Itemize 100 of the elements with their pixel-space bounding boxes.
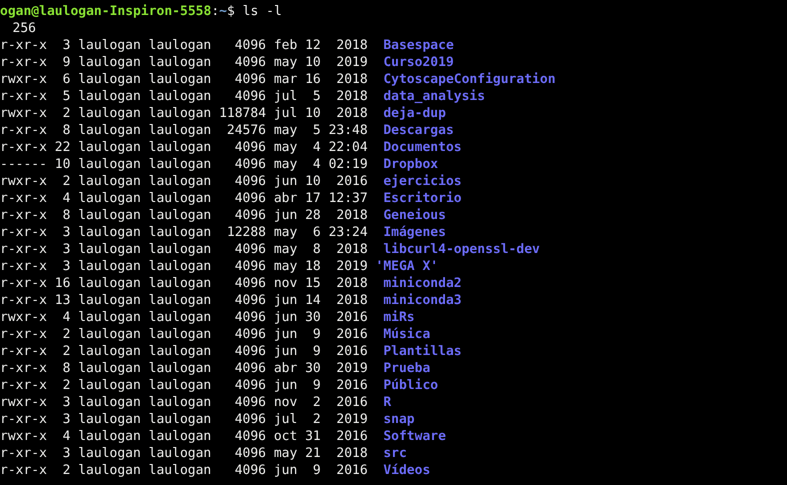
time-or-year: 2018 [335,207,368,224]
time-or-year: 2016 [335,394,368,411]
link-count: 10 [54,156,70,173]
link-count: 13 [54,292,70,309]
link-count: 4 [62,190,70,207]
date-month: may [274,445,298,462]
date-day: 9 [305,462,321,479]
file-size: 4096 [234,428,266,445]
time-or-year: 2018 [335,445,368,462]
time-or-year: 2018 [335,292,368,309]
group-name: laulogan [148,122,212,139]
group-name: laulogan [148,292,212,309]
directory-name: R [383,394,392,411]
directory-name: Prueba [383,360,430,377]
time-or-year: 2016 [335,428,368,445]
link-count: 22 [54,139,70,156]
group-name: laulogan [148,360,212,377]
group-name: laulogan [148,190,212,207]
date-day: 2 [305,411,321,428]
date-day: 4 [305,139,321,156]
group-name: laulogan [148,309,212,326]
directory-name: ejercicios [383,173,462,190]
date-month: may [274,156,298,173]
time-or-year: 2016 [335,173,368,190]
owner-name: laulogan [78,224,141,241]
link-count: 8 [62,122,70,139]
file-size: 4096 [234,207,266,224]
file-size: 4096 [234,445,266,462]
file-size: 4096 [234,462,266,479]
group-name: laulogan [148,207,212,224]
time-or-year: 2018 [335,275,368,292]
file-size: 12288 [226,224,266,241]
date-month: may [274,224,298,241]
directory-name: Dropbox [383,156,438,173]
permissions-text: r-xr-x [0,139,47,156]
date-day: 17 [305,190,321,207]
directory-name: Curso2019 [383,54,454,71]
group-name: laulogan [148,156,212,173]
date-month: jun [274,207,298,224]
owner-name: laulogan [78,394,141,411]
date-day: 30 [305,309,321,326]
date-month: jun [274,292,298,309]
permissions-text: r-xr-x [0,343,47,360]
permissions-text: r-xr-x [0,122,47,139]
date-month: mar [274,71,298,88]
date-day: 4 [305,156,321,173]
file-size: 24576 [226,122,266,139]
link-count: 4 [62,428,70,445]
date-month: may [274,54,298,71]
link-count: 3 [62,258,70,275]
directory-name: Escritorio [383,190,462,207]
date-month: jun [274,309,298,326]
directory-name: Basespace [383,37,454,54]
date-day: 10 [305,173,321,190]
group-name: laulogan [148,88,212,105]
date-day: 9 [305,326,321,343]
file-size: 4096 [234,190,266,207]
time-or-year: 2018 [335,241,368,258]
group-name: laulogan [148,411,212,428]
total-count: 256 [12,20,36,37]
group-name: laulogan [148,241,212,258]
permissions-text: r-xr-x [0,360,47,377]
file-size: 4096 [234,343,266,360]
group-name: laulogan [148,394,212,411]
file-size: 4096 [234,71,266,88]
date-day: 5 [305,122,321,139]
permissions-text: rwxr-x [0,428,47,445]
permissions-text: r-xr-x [0,292,47,309]
time-or-year: 2019 [335,54,368,71]
date-day: 16 [305,71,321,88]
owner-name: laulogan [78,88,141,105]
file-size: 4096 [234,173,266,190]
directory-name: libcurl4-openssl-dev [383,241,540,258]
permissions-text: ------ [0,156,47,173]
date-month: oct [274,428,298,445]
directory-name: Imágenes [383,224,446,241]
link-count: 2 [62,173,70,190]
permissions-text: r-xr-x [0,88,47,105]
time-or-year: 02:19 [328,156,368,173]
date-month: may [274,122,298,139]
date-month: nov [274,275,298,292]
date-day: 5 [305,88,321,105]
link-count: 3 [62,241,70,258]
permissions-text: r-xr-x [0,207,47,224]
group-name: laulogan [148,428,212,445]
file-size: 118784 [219,105,266,122]
owner-name: laulogan [78,445,141,462]
link-count: 2 [62,377,70,394]
time-or-year: 2018 [335,71,368,88]
owner-name: laulogan [78,105,141,122]
permissions-text: r-xr-x [0,377,47,394]
date-day: 21 [305,445,321,462]
date-month: feb [274,37,298,54]
permissions-text: r-xr-x [0,241,47,258]
date-day: 9 [305,377,321,394]
directory-name: CytoscapeConfiguration [383,71,556,88]
date-month: abr [274,190,298,207]
date-month: jul [274,105,298,122]
date-month: nov [274,394,298,411]
time-or-year: 2016 [335,326,368,343]
